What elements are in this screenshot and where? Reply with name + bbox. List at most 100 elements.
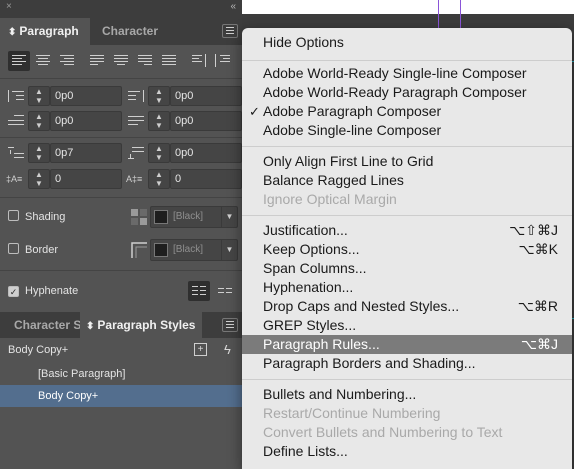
menu-item-label: Restart/Continue Numbering xyxy=(263,405,441,421)
drop-cap-lines-input[interactable]: 0 xyxy=(50,169,122,189)
shading-color-select[interactable]: [Black] ▼ xyxy=(150,206,238,228)
tab-character-styles[interactable]: Character S xyxy=(0,312,80,338)
shading-grid-icon xyxy=(130,208,148,226)
menu-item-grep-styles[interactable]: GREP Styles... xyxy=(242,316,572,335)
menu-item-shortcut: ⌥⌘J xyxy=(520,336,558,352)
border-checkbox[interactable]: Border xyxy=(8,241,58,259)
align-towards-spine-icon[interactable] xyxy=(188,51,210,71)
menu-item-define-lists[interactable]: Define Lists... xyxy=(242,442,572,461)
tab-paragraph[interactable]: ⬍ Paragraph xyxy=(0,18,90,45)
drop-cap-chars-stepper[interactable]: ▲ ▼ xyxy=(148,169,170,189)
border-swatch-label: [Black] xyxy=(173,244,204,255)
shading-label: Shading xyxy=(25,211,66,223)
space-after-input[interactable]: 0p0 xyxy=(170,143,242,163)
shading-checkbox[interactable]: Shading xyxy=(8,208,65,226)
tab-label: Character S xyxy=(14,318,80,332)
space-after-stepper[interactable]: ▲ ▼ xyxy=(148,143,170,163)
do-not-align-to-grid-icon[interactable] xyxy=(188,281,210,301)
divider xyxy=(0,197,242,198)
right-indent-icon xyxy=(126,87,148,105)
close-icon[interactable]: × xyxy=(6,1,12,12)
left-indent-icon xyxy=(6,87,28,105)
space-before-input[interactable]: 0p7 xyxy=(50,143,122,163)
align-left-icon[interactable] xyxy=(8,51,30,71)
styles-panel-menu-icon[interactable] xyxy=(222,318,238,332)
menu-item-world-ready-single-line[interactable]: Adobe World-Ready Single-line Composer xyxy=(242,64,572,83)
tab-paragraph-styles[interactable]: ⬍ Paragraph Styles xyxy=(80,312,202,338)
checkbox-icon xyxy=(8,210,19,221)
menu-item-label: Justification... xyxy=(263,222,348,238)
lightning-icon[interactable]: ϟ xyxy=(224,342,231,357)
justify-center-icon[interactable] xyxy=(110,51,132,71)
menu-item-borders-and-shading[interactable]: Paragraph Borders and Shading... xyxy=(242,354,572,373)
menu-item-label: Ignore Optical Margin xyxy=(263,191,397,207)
panel-tab-row: ⬍ Paragraph Character xyxy=(0,18,242,45)
justify-right-icon[interactable] xyxy=(134,51,156,71)
checkmark-icon: ✓ xyxy=(249,104,260,119)
paragraph-panel: × « ⬍ Paragraph Character ▲ ▼ 0p0 ▲ ▼ 0p… xyxy=(0,0,242,469)
align-center-icon[interactable] xyxy=(32,51,54,71)
menu-item-world-ready-paragraph[interactable]: Adobe World-Ready Paragraph Composer xyxy=(242,83,572,102)
menu-item-label: Balance Ragged Lines xyxy=(263,172,404,188)
justify-left-icon[interactable] xyxy=(86,51,108,71)
right-indent-stepper[interactable]: ▲ ▼ xyxy=(148,86,170,106)
guide-line xyxy=(460,0,461,30)
menu-item-single-line-composer[interactable]: Adobe Single-line Composer xyxy=(242,121,572,140)
right-indent-input[interactable]: 0p0 xyxy=(170,86,242,106)
menu-item-justification[interactable]: Justification... ⌥⇧⌘J xyxy=(242,221,572,240)
menu-item-label: Convert Bullets and Numbering to Text xyxy=(263,424,503,440)
panel-menu-icon[interactable] xyxy=(222,24,238,38)
border-corner-icon xyxy=(130,241,148,259)
first-line-indent-input[interactable]: 0p0 xyxy=(50,111,122,131)
menu-item-label: Paragraph Borders and Shading... xyxy=(263,355,476,371)
justify-all-icon[interactable] xyxy=(158,51,180,71)
menu-separator xyxy=(242,146,572,147)
hyphenate-checkbox[interactable]: ✓ Hyphenate xyxy=(8,282,78,300)
new-style-group-icon[interactable]: + xyxy=(194,343,207,356)
menu-item-paragraph-rules[interactable]: Paragraph Rules... ⌥⌘J xyxy=(242,335,572,354)
divider xyxy=(0,270,242,271)
menu-item-shortcut: ⌥⌘R xyxy=(517,298,558,314)
menu-item-label: Keep Options... xyxy=(263,241,360,257)
style-label: Body Copy+ xyxy=(38,390,99,402)
menu-item-label: Define Lists... xyxy=(263,443,348,459)
left-indent-stepper[interactable]: ▲ ▼ xyxy=(28,86,50,106)
border-color-select[interactable]: [Black] ▼ xyxy=(150,239,238,261)
tab-character[interactable]: Character xyxy=(102,18,182,45)
last-line-indent-input[interactable]: 0p0 xyxy=(170,111,242,131)
drop-cap-lines-stepper[interactable]: ▲ ▼ xyxy=(28,169,50,189)
align-away-from-spine-icon[interactable] xyxy=(212,51,234,71)
menu-item-drop-caps-nested-styles[interactable]: Drop Caps and Nested Styles... ⌥⌘R xyxy=(242,297,572,316)
collapse-icon[interactable]: « xyxy=(230,1,236,12)
menu-item-paragraph-composer[interactable]: ✓ Adobe Paragraph Composer xyxy=(242,102,572,121)
menu-item-hyphenation[interactable]: Hyphenation... xyxy=(242,278,572,297)
menu-item-align-first-line-grid[interactable]: Only Align First Line to Grid xyxy=(242,152,572,171)
menu-separator xyxy=(242,60,572,61)
panel-title-bar[interactable]: × « xyxy=(0,0,242,18)
last-line-indent-icon xyxy=(126,112,148,130)
menu-item-span-columns[interactable]: Span Columns... xyxy=(242,259,572,278)
paragraph-panel-menu: Hide Options Adobe World-Ready Single-li… xyxy=(242,28,572,469)
last-line-indent-stepper[interactable]: ▲ ▼ xyxy=(148,111,170,131)
checkbox-icon xyxy=(8,243,19,254)
first-line-indent-stepper[interactable]: ▲ ▼ xyxy=(28,111,50,131)
left-indent-input[interactable]: 0p0 xyxy=(50,86,122,106)
tab-label: Character xyxy=(102,24,159,38)
align-right-icon[interactable] xyxy=(56,51,78,71)
menu-item-label: Adobe Single-line Composer xyxy=(263,122,442,138)
menu-item-balance-ragged-lines[interactable]: Balance Ragged Lines xyxy=(242,171,572,190)
space-before-stepper[interactable]: ▲ ▼ xyxy=(28,143,50,163)
guide-line xyxy=(438,0,439,30)
drop-cap-chars-input[interactable]: 0 xyxy=(170,169,242,189)
menu-item-bullets-numbering[interactable]: Bullets and Numbering... xyxy=(242,385,572,404)
style-list-item[interactable]: [Basic Paragraph] xyxy=(0,363,242,385)
menu-item-keep-options[interactable]: Keep Options... ⌥⌘K xyxy=(242,240,572,259)
align-to-grid-icon[interactable] xyxy=(214,281,236,301)
style-list-item-selected[interactable]: Body Copy+ xyxy=(0,385,242,407)
tab-label: Paragraph xyxy=(19,24,79,38)
chevron-down-icon: ▼ xyxy=(221,240,237,260)
menu-item-hide-options[interactable]: Hide Options xyxy=(242,33,572,52)
color-chip xyxy=(154,243,168,257)
menu-item-shortcut: ⌥⌘K xyxy=(518,241,558,257)
menu-item-label: Bullets and Numbering... xyxy=(263,386,417,402)
